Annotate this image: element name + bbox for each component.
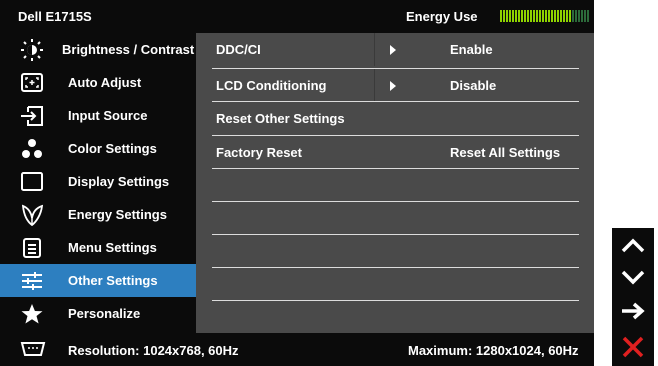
- model-name: Dell E1715S: [18, 9, 92, 24]
- menu-item-personalize[interactable]: Personalize: [0, 297, 196, 330]
- color-settings-icon: [22, 139, 42, 158]
- energy-meter-segment: [530, 10, 532, 22]
- energy-meter-segment: [584, 10, 586, 22]
- energy-meter-segment: [509, 10, 511, 22]
- energy-meter-segment: [503, 10, 505, 22]
- up-arrow-icon: [621, 238, 645, 253]
- menu-item-label: Menu Settings: [68, 240, 157, 255]
- leaf-icon: [21, 204, 44, 226]
- energy-meter-segment: [575, 10, 577, 22]
- energy-meter-segment: [587, 10, 589, 22]
- energy-meter-segment: [524, 10, 526, 22]
- row-divider: [374, 69, 375, 102]
- energy-meter-segment: [545, 10, 547, 22]
- menu-item-brightness-contrast[interactable]: Brightness / Contrast: [0, 33, 196, 66]
- menu-item-label: Input Source: [68, 108, 148, 123]
- star-icon: [21, 304, 43, 324]
- energy-meter-segment: [551, 10, 553, 22]
- energy-meter-segment: [521, 10, 523, 22]
- setting-name: Factory Reset: [216, 145, 302, 160]
- energy-meter-segment: [506, 10, 508, 22]
- menu-item-label: Auto Adjust: [68, 75, 142, 90]
- setting-name: LCD Conditioning: [216, 78, 327, 93]
- setting-value: Disable: [450, 78, 497, 93]
- setting-row-reset-other-settings[interactable]: Reset Other Settings: [196, 102, 594, 135]
- maximum-resolution: Maximum: 1280x1024, 60Hz: [408, 343, 579, 358]
- energy-meter-segment: [548, 10, 550, 22]
- energy-meter-segment: [518, 10, 520, 22]
- submenu-arrow-icon: [390, 45, 396, 55]
- setting-value: Enable: [450, 42, 493, 57]
- menu-item-label: Display Settings: [68, 174, 170, 189]
- header-bar: Dell E1715S Energy Use: [0, 0, 594, 33]
- energy-meter-segment: [533, 10, 535, 22]
- energy-meter-segment: [542, 10, 544, 22]
- menu-item-display-settings[interactable]: Display Settings: [0, 165, 196, 198]
- energy-meter-segment: [500, 10, 502, 22]
- separator: [212, 234, 579, 235]
- input-source-icon: [21, 106, 43, 126]
- osd-button-bar: [612, 228, 654, 366]
- energy-meter: [500, 10, 589, 22]
- menu-item-label: Brightness / Contrast: [62, 42, 195, 57]
- energy-meter-segment: [569, 10, 571, 22]
- main-menu: Brightness / Contrast Auto Adjust Input …: [0, 33, 196, 333]
- setting-row-ddc-ci[interactable]: DDC/CI Enable: [196, 33, 594, 66]
- up-button[interactable]: [612, 230, 654, 260]
- enter-button[interactable]: [612, 296, 654, 326]
- energy-meter-segment: [563, 10, 565, 22]
- monitor-osd: Dell E1715S Energy Use Brightness / Cont…: [0, 0, 594, 366]
- energy-meter-segment: [512, 10, 514, 22]
- energy-meter-segment: [557, 10, 559, 22]
- setting-row-lcd-conditioning[interactable]: LCD Conditioning Disable: [196, 69, 594, 102]
- energy-meter-segment: [581, 10, 583, 22]
- separator: [212, 267, 579, 268]
- setting-value: Reset All Settings: [450, 145, 561, 160]
- menu-item-menu-settings[interactable]: Menu Settings: [0, 231, 196, 264]
- energy-meter-segment: [572, 10, 574, 22]
- right-arrow-icon: [622, 302, 645, 320]
- energy-meter-segment: [536, 10, 538, 22]
- row-divider: [374, 33, 375, 66]
- menu-item-label: Energy Settings: [68, 207, 167, 222]
- vga-connector-icon: [20, 342, 46, 356]
- energy-meter-segment: [578, 10, 580, 22]
- menu-item-label: Color Settings: [68, 141, 157, 156]
- energy-meter-segment: [560, 10, 562, 22]
- setting-row-factory-reset[interactable]: Factory Reset Reset All Settings: [196, 136, 594, 169]
- auto-adjust-icon: [21, 73, 43, 92]
- display-settings-icon: [21, 172, 43, 191]
- submenu-arrow-icon: [390, 81, 396, 91]
- energy-meter-segment: [554, 10, 556, 22]
- down-arrow-icon: [621, 270, 645, 285]
- menu-settings-icon: [23, 238, 41, 258]
- current-resolution: Resolution: 1024x768, 60Hz: [68, 343, 239, 358]
- menu-item-color-settings[interactable]: Color Settings: [0, 132, 196, 165]
- settings-panel: DDC/CI Enable LCD Conditioning Disable R…: [196, 33, 594, 333]
- down-button[interactable]: [612, 262, 654, 292]
- separator: [212, 168, 579, 169]
- separator: [212, 300, 579, 301]
- separator: [212, 201, 579, 202]
- close-icon: [622, 336, 644, 358]
- energy-meter-segment: [539, 10, 541, 22]
- exit-button[interactable]: [612, 332, 654, 362]
- menu-item-label: Personalize: [68, 306, 141, 321]
- menu-item-energy-settings[interactable]: Energy Settings: [0, 198, 196, 231]
- menu-item-label: Other Settings: [68, 273, 158, 288]
- menu-item-input-source[interactable]: Input Source: [0, 99, 196, 132]
- energy-meter-segment: [566, 10, 568, 22]
- brightness-icon: [21, 39, 43, 61]
- energy-meter-segment: [527, 10, 529, 22]
- setting-name: Reset Other Settings: [216, 111, 345, 126]
- energy-use-label: Energy Use: [406, 9, 478, 24]
- menu-item-auto-adjust[interactable]: Auto Adjust: [0, 66, 196, 99]
- menu-item-other-settings[interactable]: Other Settings: [0, 264, 196, 297]
- sliders-icon: [22, 272, 42, 290]
- energy-meter-segment: [515, 10, 517, 22]
- status-bar: Resolution: 1024x768, 60Hz Maximum: 1280…: [0, 333, 594, 366]
- setting-name: DDC/CI: [216, 42, 261, 57]
